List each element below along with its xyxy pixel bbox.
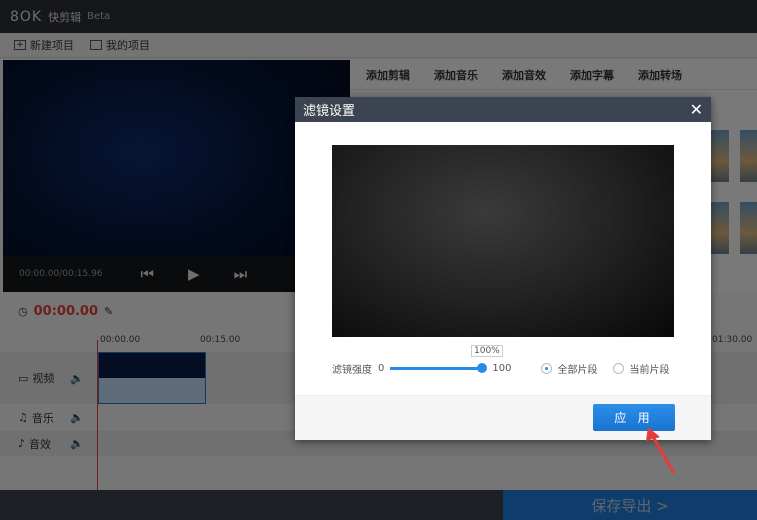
filter-preview (332, 145, 674, 337)
slider-handle[interactable] (477, 363, 488, 373)
dialog-title: 滤镜设置 (303, 104, 356, 119)
filter-settings-dialog: 滤镜设置 ✕ 100% 滤镜强度 0 100 全部片段 当前片段 应 用 (295, 97, 711, 440)
radio-current-clip[interactable] (613, 363, 625, 374)
radio-label: 全部片段 (557, 365, 598, 376)
strength-slider[interactable] (390, 363, 488, 373)
slider-min: 0 (378, 363, 385, 374)
close-icon[interactable]: ✕ (690, 100, 703, 119)
radio-label: 当前片段 (629, 365, 670, 376)
annotation-arrow (646, 427, 676, 474)
slider-max: 100 (492, 363, 512, 374)
strength-label: 滤镜强度 (332, 365, 372, 376)
radio-all-clips[interactable] (541, 363, 553, 374)
slider-value-tooltip: 100% (471, 345, 503, 357)
